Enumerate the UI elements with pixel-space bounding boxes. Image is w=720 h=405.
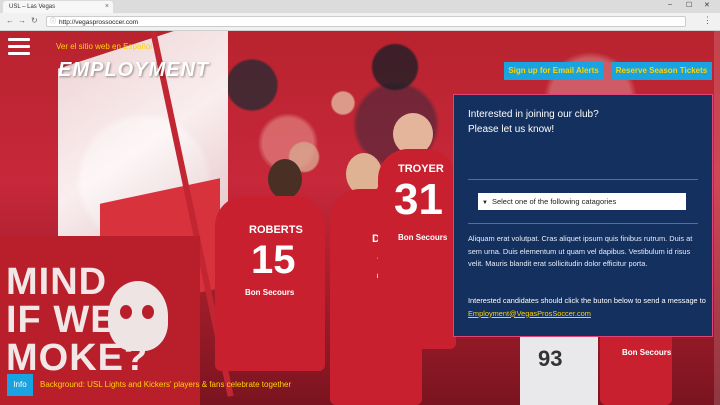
window-close-icon[interactable]: ✕ — [704, 1, 710, 9]
page-hero: MIND IF WE MOKE? ROBERTS 15 Bon Secours … — [0, 31, 720, 405]
tab-bar: USL – Las Vegas × – ☐ ✕ — [0, 0, 720, 13]
panel-body-text: Aliquam erat volutpat. Cras aliquet ipsu… — [468, 234, 693, 268]
category-select[interactable]: ▼ Select one of the following catagories — [478, 193, 686, 210]
menu-icon-bar — [8, 45, 30, 48]
skull-eye — [120, 305, 132, 319]
player-left-name: ROBERTS — [249, 224, 303, 236]
site-info-icon[interactable]: ⓘ — [50, 17, 56, 28]
browser-chrome: USL – Las Vegas × – ☐ ✕ ← → ↻ ⓘ http://v… — [0, 0, 720, 31]
url-text: http://vegasprossoccer.com — [59, 19, 139, 26]
browser-menu-icon[interactable]: ⋮ — [703, 15, 712, 26]
info-button[interactable]: Info — [7, 374, 33, 396]
address-bar-row: ← → ↻ ⓘ http://vegasprossoccer.com ⋮ — [0, 13, 720, 30]
scrollbar[interactable] — [714, 31, 720, 405]
panel-title-line-2: Please let us know! — [468, 124, 555, 135]
player-right-number: 31 — [394, 175, 443, 224]
dropdown-arrow-icon: ▼ — [482, 200, 488, 206]
stand-number: 93 — [538, 346, 563, 371]
panel-cta-text: Interested candidates should click the b… — [468, 295, 708, 320]
email-alerts-button[interactable]: Sign up for Email Alerts — [504, 62, 603, 80]
sponsor-logo: Bon Secours — [245, 288, 295, 297]
skull-graphic — [108, 281, 168, 351]
sponsor-logo: Bon Secours — [622, 348, 672, 357]
sponsor-logo: Bon Secours — [398, 233, 448, 242]
season-tickets-button[interactable]: Reserve Season Tickets — [611, 62, 712, 80]
reload-icon[interactable]: ↻ — [31, 16, 38, 25]
tab-title: USL – Las Vegas — [9, 4, 56, 10]
panel-title: Interested in joining our club? Please l… — [468, 107, 708, 137]
employment-panel: Interested in joining our club? Please l… — [453, 94, 713, 337]
maximize-icon[interactable]: ☐ — [686, 1, 692, 9]
panel-divider — [468, 223, 698, 224]
panel-title-line-1: Interested in joining our club? — [468, 109, 599, 120]
player-head — [268, 159, 302, 199]
menu-icon[interactable] — [8, 38, 30, 60]
url-input[interactable]: ⓘ http://vegasprossoccer.com — [46, 16, 686, 27]
minimize-icon[interactable]: – — [668, 1, 672, 8]
skull-eye — [142, 305, 154, 319]
player-right: TROYER 31 Bon Secours — [378, 149, 456, 349]
browser-tab[interactable]: USL – Las Vegas × — [3, 1, 113, 13]
player-left: ROBERTS 15 Bon Secours — [215, 196, 325, 371]
forward-icon[interactable]: → — [18, 16, 26, 25]
player-left-number: 15 — [251, 238, 296, 282]
cta-prefix: Interested candidates should click the b… — [468, 296, 706, 305]
menu-icon-bar — [8, 52, 30, 55]
player-right-name: TROYER — [398, 163, 444, 175]
employment-email-link[interactable]: Employment@VegasProsSoccer.com — [468, 309, 591, 318]
category-select-label: Select one of the following catagories — [491, 197, 617, 206]
back-icon[interactable]: ← — [6, 16, 14, 25]
spanish-site-link[interactable]: Ver el sitio web en Español — [56, 42, 152, 51]
page-title: EMPLOYMENT — [58, 59, 210, 81]
menu-icon-bar — [8, 38, 30, 41]
panel-divider — [468, 179, 698, 180]
tab-close-icon[interactable]: × — [105, 1, 109, 13]
background-caption: Background: USL Lights and Kickers' play… — [40, 380, 292, 389]
